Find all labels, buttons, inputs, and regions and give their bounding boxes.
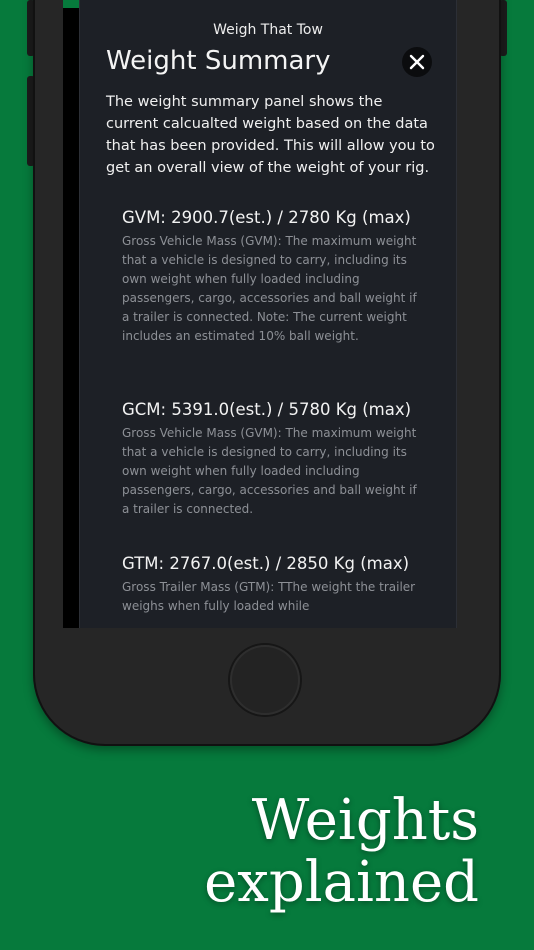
close-icon: [409, 54, 425, 70]
gtm-section: GTM: 2767.0(est.) / 2850 Kg (max) Gross …: [122, 552, 427, 616]
close-button[interactable]: [402, 47, 432, 77]
gtm-description: Gross Trailer Mass (GTM): TThe weight th…: [122, 580, 416, 613]
weight-summary-panel: Weigh That Tow Weight Summary The weight…: [79, 0, 457, 628]
caption-line-1: Weights: [251, 788, 479, 853]
gvm-description: Gross Vehicle Mass (GVM): The maximum we…: [122, 234, 417, 343]
promo-caption: Weights explained: [204, 790, 479, 914]
gcm-description: Gross Vehicle Mass (GVM): The maximum we…: [122, 426, 417, 516]
app-title: Weigh That Tow: [213, 22, 323, 38]
gvm-section: GVM: 2900.7(est.) / 2780 Kg (max) Gross …: [122, 206, 427, 346]
gcm-heading: GCM: 5391.0(est.) / 5780 Kg (max): [122, 400, 412, 419]
panel-title: Weight Summary: [106, 46, 331, 76]
gvm-heading: GVM: 2900.7(est.) / 2780 Kg (max): [122, 208, 411, 227]
gcm-section: GCM: 5391.0(est.) / 5780 Kg (max) Gross …: [122, 398, 427, 519]
phone-screen: Weigh That Tow Weight Summary The weight…: [63, 0, 457, 628]
caption-line-2: explained: [204, 850, 479, 915]
gtm-heading: GTM: 2767.0(est.) / 2850 Kg (max): [122, 554, 410, 573]
home-button[interactable]: [230, 645, 300, 715]
panel-intro: The weight summary panel shows the curre…: [106, 94, 435, 176]
